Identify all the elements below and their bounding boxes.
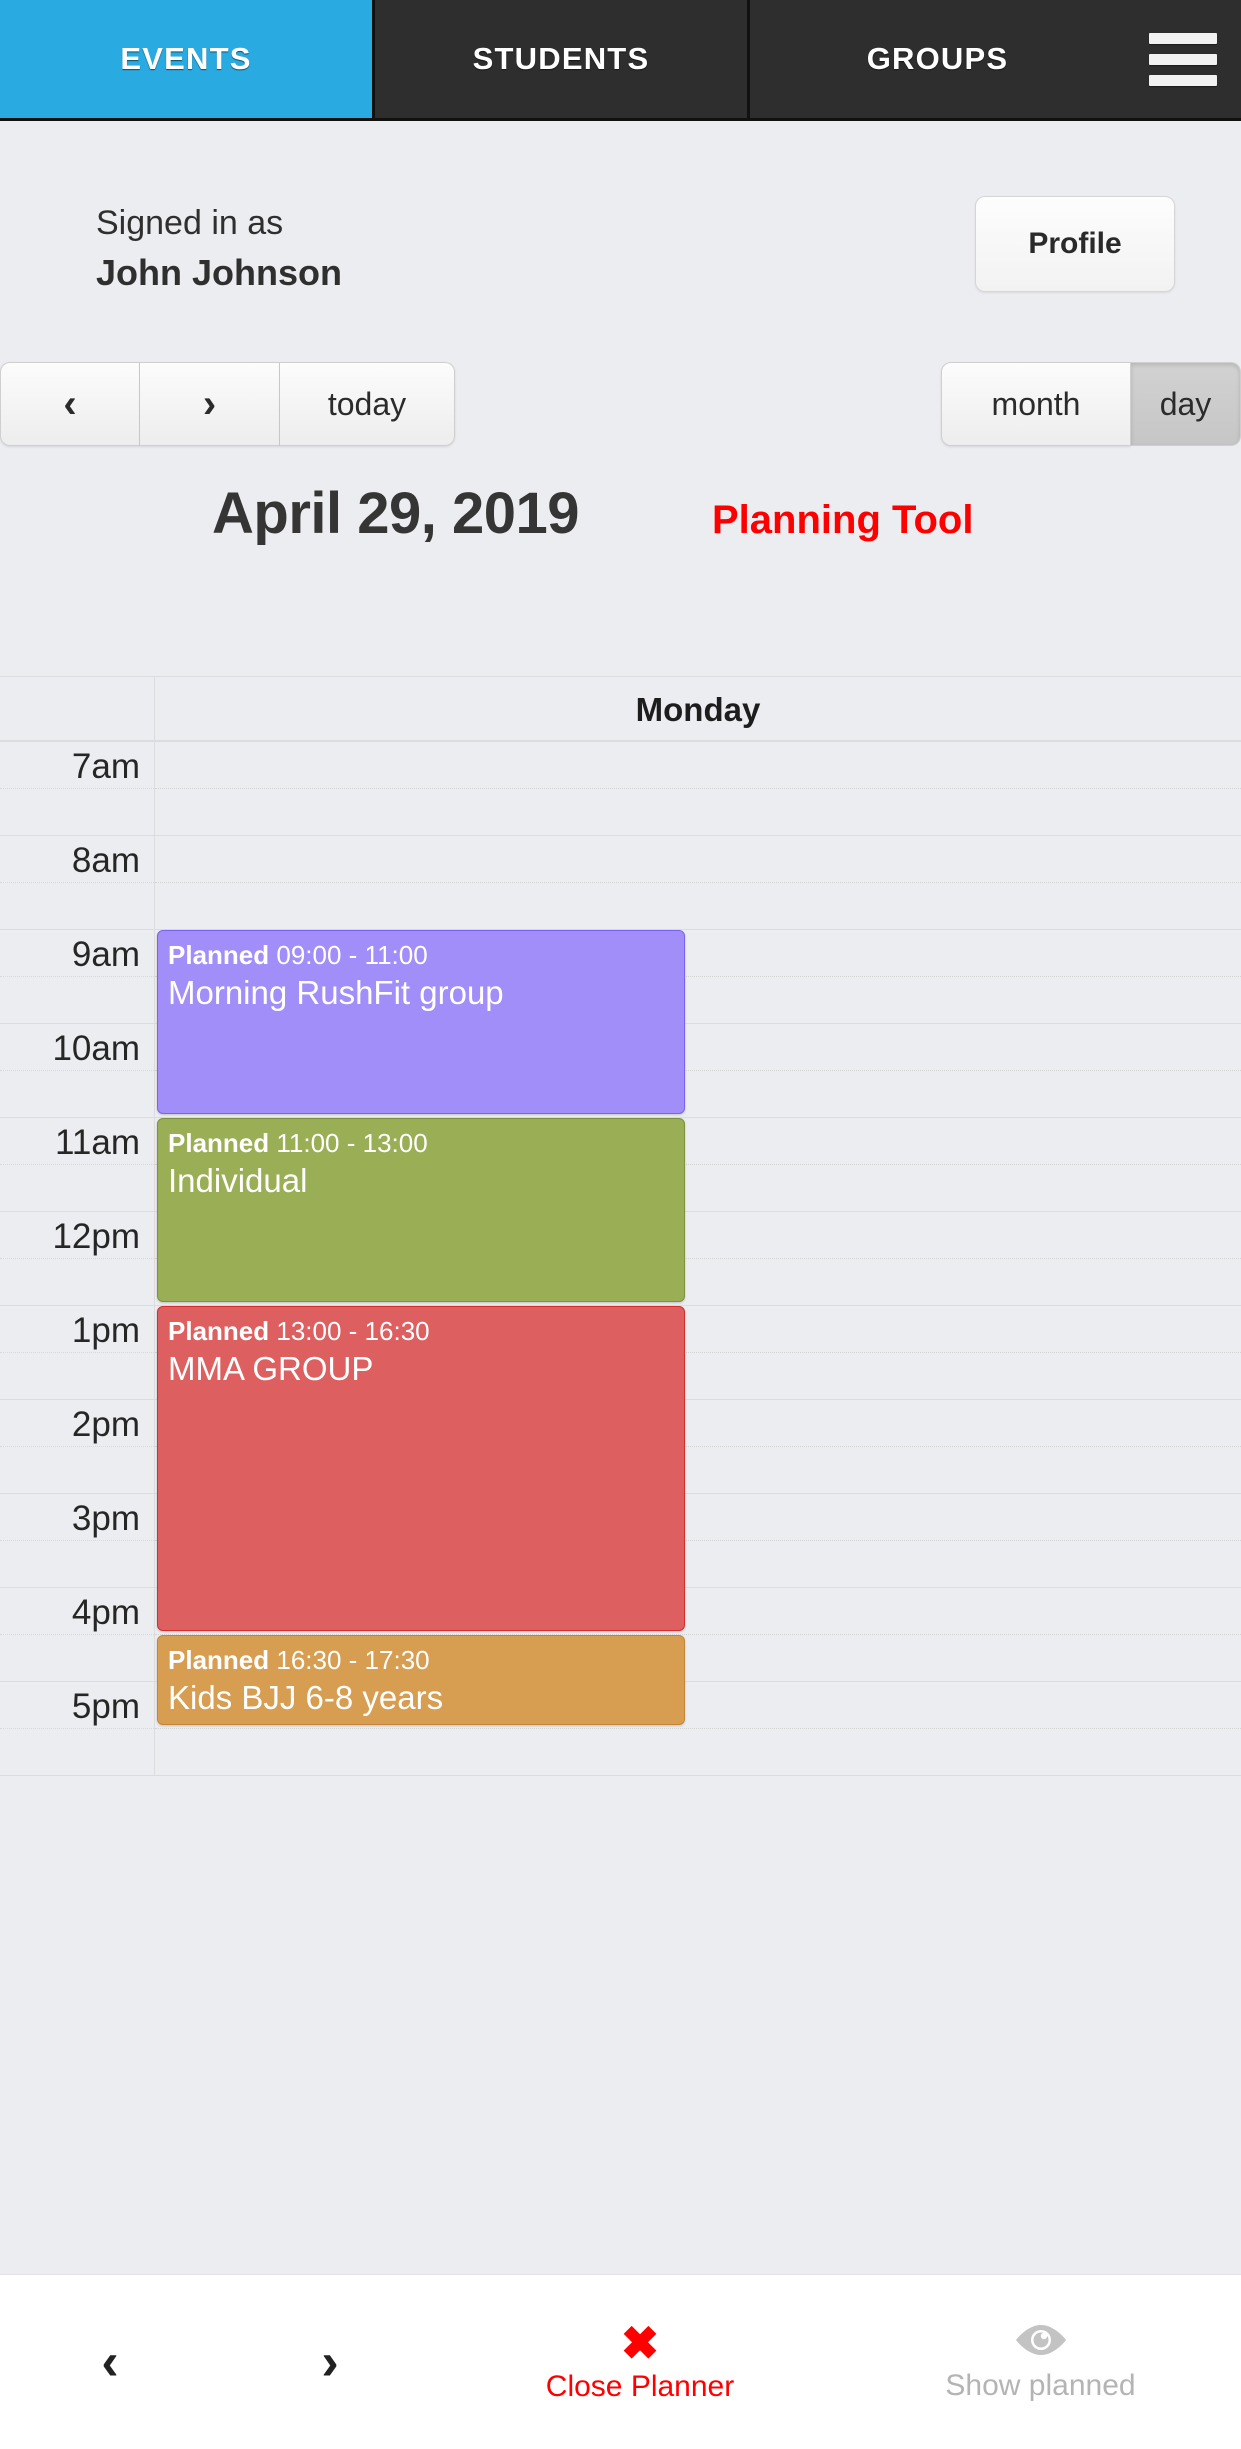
event-status: Planned [168, 1128, 270, 1158]
hour-label: 3pm [0, 1494, 155, 1588]
bottom-next-button[interactable]: › [220, 2275, 440, 2449]
event-time-range: 09:00 - 11:00 [276, 940, 428, 970]
chevron-right-icon: › [321, 2333, 339, 2391]
hamburger-icon [1149, 32, 1217, 86]
chevron-left-icon: ‹ [101, 2333, 119, 2391]
bottom-prev-button[interactable]: ‹ [0, 2275, 220, 2449]
view-button-group: month day [941, 362, 1241, 446]
signed-in-label: Signed in as [96, 204, 284, 242]
user-name: John Johnson [96, 252, 342, 294]
view-day-button[interactable]: day [1131, 362, 1241, 446]
calendar-header-row: Monday [0, 677, 1241, 742]
today-button[interactable]: today [280, 362, 455, 446]
events-layer: Planned 09:00 - 11:00 Morning RushFit gro… [155, 742, 690, 2272]
profile-button[interactable]: Profile [975, 196, 1175, 292]
title-row: April 29, 2019 Planning Tool [0, 480, 1241, 560]
event-time-range: 13:00 - 16:30 [276, 1316, 430, 1346]
today-button-label: today [327, 385, 407, 422]
tab-events-label: EVENTS [120, 41, 252, 76]
top-tab-bar: EVENTS STUDENTS GROUPS [0, 0, 1241, 121]
hour-label: 9am [0, 930, 155, 1024]
hour-label: 11am [0, 1118, 155, 1212]
event-time: Planned 16:30 - 17:30 [168, 1644, 674, 1677]
event-time: Planned 11:00 - 13:00 [168, 1127, 674, 1160]
show-planned-button[interactable]: Show planned [840, 2275, 1241, 2449]
page-title: April 29, 2019 [212, 481, 580, 546]
event-title: MMA GROUP [168, 1349, 374, 1387]
event-status: Planned [168, 1645, 270, 1675]
nav-button-group: ‹ › today [0, 362, 455, 446]
event-title: Individual [168, 1161, 308, 1199]
tab-groups[interactable]: GROUPS [750, 0, 1125, 118]
next-period-button[interactable]: › [140, 362, 280, 446]
calendar-event[interactable]: Planned 09:00 - 11:00 Morning RushFit gro… [157, 930, 685, 1114]
chevron-left-icon: ‹ [63, 382, 77, 426]
account-bar: Signed in as John Johnson Profile [0, 121, 1241, 343]
tab-students-label: STUDENTS [472, 41, 650, 76]
hour-label: 4pm [0, 1588, 155, 1682]
hour-label: 8am [0, 836, 155, 930]
view-month-label: month [991, 385, 1081, 422]
signed-in-block: Signed in as John Johnson [96, 199, 342, 298]
bottom-toolbar: ‹ › ✖ Close Planner Show planned [0, 2274, 1241, 2449]
close-icon: ✖ [620, 2317, 660, 2369]
hour-row: 8am [0, 836, 1241, 930]
show-planned-label: Show planned [945, 2368, 1136, 2402]
app-root: EVENTS STUDENTS GROUPS Signed in as John… [0, 0, 1241, 2449]
event-status: Planned [168, 1316, 270, 1346]
axis-corner-cell [0, 677, 155, 742]
hour-label: 2pm [0, 1400, 155, 1494]
tab-students[interactable]: STUDENTS [375, 0, 750, 118]
prev-period-button[interactable]: ‹ [0, 362, 140, 446]
event-time: Planned 09:00 - 11:00 [168, 939, 674, 972]
calendar-event[interactable]: Planned 11:00 - 13:00 Individual [157, 1118, 685, 1302]
tab-events[interactable]: EVENTS [0, 0, 375, 118]
day-header-label: Monday [635, 690, 761, 728]
eye-icon [1013, 2322, 1069, 2363]
profile-button-label: Profile [1028, 227, 1122, 260]
event-status: Planned [168, 940, 270, 970]
hour-label: 1pm [0, 1306, 155, 1400]
day-calendar: Monday 7am 8am 9am 10am 11am 12pm 1pm 2pm 3pm 4pm… [0, 676, 1241, 2274]
calendar-toolbar: ‹ › today month day [0, 362, 1241, 462]
close-planner-button[interactable]: ✖ Close Planner [440, 2275, 840, 2449]
hour-row: 7am [0, 742, 1241, 836]
view-day-label: day [1159, 385, 1212, 422]
tab-groups-label: GROUPS [866, 41, 1009, 76]
hour-label: 7am [0, 742, 155, 836]
hour-label: 10am [0, 1024, 155, 1118]
hour-label: 5pm [0, 1682, 155, 1776]
hour-slot[interactable] [155, 742, 1241, 836]
calendar-event[interactable]: Planned 13:00 - 16:30 MMA GROUP [157, 1306, 685, 1631]
view-month-button[interactable]: month [941, 362, 1131, 446]
event-title: Kids BJJ 6-8 years [168, 1678, 444, 1716]
calendar-event[interactable]: Planned 16:30 - 17:30 Kids BJJ 6-8 years [157, 1635, 685, 1725]
event-time-range: 11:00 - 13:00 [276, 1128, 428, 1158]
calendar-grid: 7am 8am 9am 10am 11am 12pm 1pm 2pm 3pm 4pm 5pm Pla… [0, 742, 1241, 2272]
menu-button[interactable] [1125, 0, 1241, 118]
planning-tool-label: Planning Tool [712, 498, 974, 542]
day-header-cell: Monday [155, 677, 1241, 742]
event-time: Planned 13:00 - 16:30 [168, 1315, 674, 1348]
close-planner-label: Close Planner [545, 2370, 735, 2403]
event-time-range: 16:30 - 17:30 [276, 1645, 430, 1675]
event-title: Morning RushFit group [168, 973, 504, 1011]
hour-label: 12pm [0, 1212, 155, 1306]
chevron-right-icon: › [202, 382, 217, 426]
hour-slot[interactable] [155, 836, 1241, 930]
